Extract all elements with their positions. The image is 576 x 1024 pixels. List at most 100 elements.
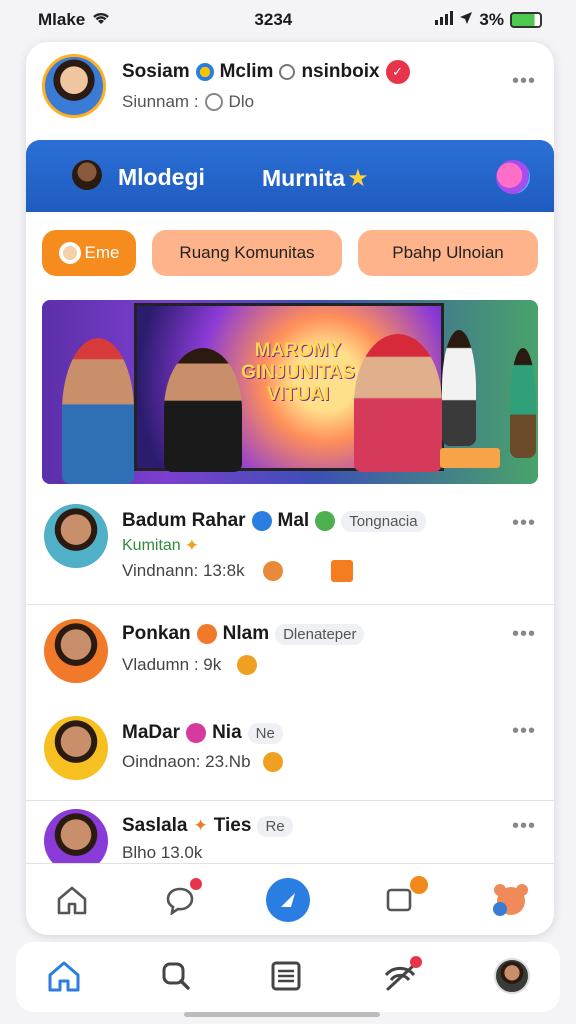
battery-icon xyxy=(510,12,542,28)
more-options-icon[interactable]: ••• xyxy=(512,720,536,743)
chip-row: Eme Ruang Komunitas Pbahp Ulnoian xyxy=(42,230,542,278)
wifi-icon xyxy=(91,10,111,30)
banner-person-right xyxy=(442,330,476,446)
item-name-suffix: Mal xyxy=(277,510,310,531)
clock-icon xyxy=(204,93,223,111)
heart-icon xyxy=(196,624,217,644)
more-options-icon[interactable]: ••• xyxy=(512,815,536,838)
chat-bubble-icon[interactable] xyxy=(160,878,202,920)
item-sub: Kumitan xyxy=(122,537,181,554)
banner-cohost xyxy=(354,334,442,472)
chip-pbahp-ulnoian[interactable]: Pbahp Ulnoian xyxy=(358,230,538,276)
sticker-icon[interactable] xyxy=(262,752,283,772)
spark-icon: ✦ xyxy=(193,816,208,835)
profile-sub-value: Dlo xyxy=(228,92,255,111)
heart-badge-icon: ✓ xyxy=(385,60,410,84)
item-meta-row: Blho 13.0k xyxy=(122,843,202,863)
item-meta: Vladumn : 9k xyxy=(122,655,222,674)
item-name-row: Ponkan Nlam Dlenateper xyxy=(122,623,365,645)
main-card: Sosiam Mclim nsinboix ✓ Siunnam : Dlo ••… xyxy=(26,42,554,935)
search-icon[interactable] xyxy=(156,956,196,996)
list-item[interactable]: Ponkan Nlam Dlenateper Vladumn : 9k ••• xyxy=(26,605,554,701)
item-meta: Vindnann: 13:8k xyxy=(122,561,245,580)
pencil-icon[interactable] xyxy=(262,561,283,581)
tab-murnita-label: Murnita xyxy=(262,165,346,191)
home-indicator[interactable] xyxy=(184,1012,380,1017)
avatar[interactable] xyxy=(44,619,108,683)
chat-bubble-icon[interactable] xyxy=(496,160,530,194)
battery-percent: 3% xyxy=(479,10,504,29)
more-options-icon[interactable]: ••• xyxy=(512,70,536,93)
tab-mlodegi[interactable]: Mlodegi xyxy=(118,164,205,191)
item-tag: Tongnacia xyxy=(341,510,426,532)
media-icon[interactable] xyxy=(380,876,428,920)
inner-nav-bar xyxy=(26,863,554,935)
profile-sub-label: Siunnam : xyxy=(122,92,199,111)
tab-murnita[interactable]: Murnita★ xyxy=(262,164,369,193)
avatar[interactable] xyxy=(44,716,108,780)
item-name: Ponkan xyxy=(122,623,191,644)
heart-icon xyxy=(186,723,207,743)
signal-icon xyxy=(435,10,454,30)
item-tag: Re xyxy=(257,815,293,837)
profile-header: Sosiam Mclim nsinboix ✓ Siunnam : Dlo ••… xyxy=(26,42,554,138)
banner-person-far-right xyxy=(510,348,536,458)
profile-name-suffix: Mclim xyxy=(219,61,274,82)
more-options-icon[interactable]: ••• xyxy=(512,623,536,646)
item-meta-row: Oindnaon: 23.Nb xyxy=(122,752,283,772)
avatar[interactable] xyxy=(44,504,108,568)
chip-ruang-komunitas[interactable]: Ruang Komunitas xyxy=(152,230,342,276)
chef-icon xyxy=(58,242,81,264)
home-outline-icon[interactable] xyxy=(52,880,92,920)
item-name-suffix: Nia xyxy=(212,722,242,743)
item-meta-row: Vindnann: 13:8k xyxy=(122,560,353,582)
community-header: Mlodegi Murnita★ xyxy=(26,140,554,212)
notification-dot xyxy=(410,956,422,968)
verified-icon xyxy=(251,511,272,531)
chip-eme[interactable]: Eme xyxy=(42,230,136,276)
item-sub-row: Kumitan ✦ xyxy=(122,536,199,556)
item-name-suffix: Ties xyxy=(213,815,252,836)
compose-icon[interactable] xyxy=(266,878,310,922)
bear-icon[interactable] xyxy=(488,880,534,920)
notification-dot xyxy=(190,878,202,890)
item-name: Saslala xyxy=(122,815,188,836)
location-icon xyxy=(459,10,473,30)
notification-badge xyxy=(410,876,428,894)
profile-sub-row: Siunnam : Dlo xyxy=(122,92,254,112)
item-name-row: Saslala ✦ Ties Re xyxy=(122,815,293,837)
item-tag: Ne xyxy=(247,722,283,744)
list-item[interactable]: Saslala ✦ Ties Re Blho 13.0k ••• xyxy=(26,801,554,863)
list-item[interactable]: Badum Rahar Mal Tongnacia Kumitan ✦ Vind… xyxy=(26,490,554,604)
status-bar: Mlake 3234 3% xyxy=(0,0,576,40)
star-icon: ★ xyxy=(347,165,369,192)
spark-icon: ✦ xyxy=(184,536,199,555)
home-icon[interactable] xyxy=(44,956,84,996)
banner-headline: MAROMY GINJUNITAS VITUAI xyxy=(241,340,355,405)
banner-host xyxy=(164,348,242,472)
at-icon xyxy=(279,64,296,80)
item-tag: Dlenateper xyxy=(275,623,365,645)
profile-avatar[interactable] xyxy=(42,54,106,118)
banner-gift-box xyxy=(440,448,500,468)
profile-avatar-icon[interactable] xyxy=(492,956,532,996)
profile-name-row: Sosiam Mclim nsinboix ✓ xyxy=(122,60,410,84)
bottom-nav-bar xyxy=(16,942,560,1012)
avatar[interactable] xyxy=(44,809,108,863)
header-avatar[interactable] xyxy=(72,160,102,190)
banner-person-left xyxy=(62,338,134,484)
item-name: MaDar xyxy=(122,722,181,743)
item-name-row: MaDar Nia Ne xyxy=(122,722,283,744)
sticker-icon[interactable] xyxy=(237,655,258,675)
item-meta: Oindnaon: 23.Nb xyxy=(122,752,251,771)
more-options-icon[interactable]: ••• xyxy=(512,512,536,535)
item-meta: Blho 13.0k xyxy=(122,843,203,862)
gift-icon[interactable] xyxy=(330,560,353,582)
verified-badge-icon xyxy=(195,63,214,81)
profile-name: Sosiam xyxy=(122,61,190,82)
chip-eme-label: Eme xyxy=(84,243,120,262)
list-icon[interactable] xyxy=(266,956,306,996)
item-name: Badum Rahar xyxy=(122,510,246,531)
promo-banner[interactable]: MAROMY GINJUNITAS VITUAI xyxy=(42,300,538,484)
wifi-call-icon[interactable] xyxy=(380,956,422,996)
